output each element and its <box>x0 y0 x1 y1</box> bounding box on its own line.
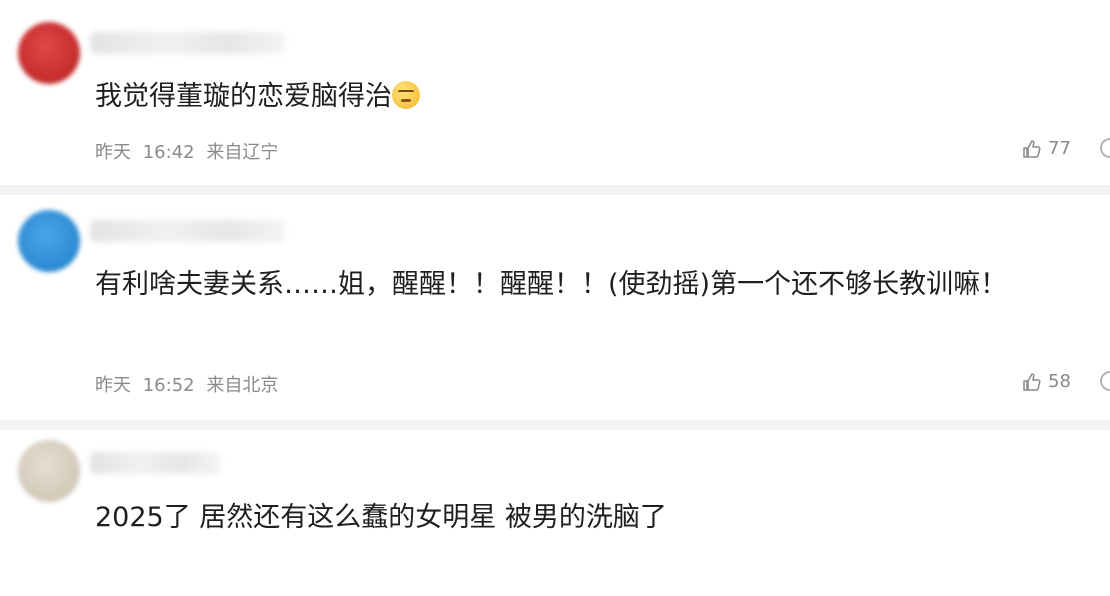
comment-item: 我觉得董璇的恋爱脑得治 昨天 16:42 来自辽宁 77 <box>0 0 1110 188</box>
like-count: 58 <box>1048 371 1071 392</box>
avatar[interactable] <box>18 210 80 272</box>
comment-meta: 昨天 16:52 来自北京 <box>95 371 278 397</box>
like-button[interactable]: 58 <box>1022 371 1071 392</box>
thumbs-up-icon <box>1023 139 1041 158</box>
like-count: 77 <box>1048 138 1071 159</box>
comment-time: 16:42 <box>142 142 195 163</box>
comment-item: 有利啥夫妻关系……姐，醒醒！！醒醒！！(使劲摇)第一个还不够长教训嘛！ 昨天 1… <box>0 195 1110 420</box>
reply-icon[interactable] <box>1100 138 1110 158</box>
username-blurred[interactable] <box>90 452 220 474</box>
avatar[interactable] <box>18 22 80 84</box>
comment-date: 昨天 <box>95 142 131 163</box>
divider <box>0 420 1110 430</box>
comment-item: 2025了 居然还有这么蠢的女明星 被男的洗脑了 <box>0 430 1110 596</box>
comment-text-body: 我觉得董璇的恋爱脑得治 <box>95 81 392 112</box>
avatar[interactable] <box>18 440 80 502</box>
divider <box>0 185 1110 195</box>
thumbs-up-icon <box>1023 372 1041 391</box>
comment-time: 16:52 <box>142 375 195 396</box>
like-button[interactable]: 77 <box>1022 138 1071 159</box>
username-blurred[interactable] <box>90 220 285 242</box>
comment-text: 我觉得董璇的恋爱脑得治 <box>95 75 1085 119</box>
comment-date: 昨天 <box>95 375 131 396</box>
comment-location: 来自辽宁 <box>206 142 279 163</box>
comment-text: 有利啥夫妻关系……姐，醒醒！！醒醒！！(使劲摇)第一个还不够长教训嘛！ <box>95 269 1008 300</box>
comment-location: 来自北京 <box>206 375 279 396</box>
username-blurred[interactable] <box>90 32 285 54</box>
comment-text: 2025了 居然还有这么蠢的女明星 被男的洗脑了 <box>95 502 667 533</box>
smirk-emoji-icon <box>392 81 420 109</box>
comment-meta: 昨天 16:42 来自辽宁 <box>95 138 278 164</box>
reply-icon[interactable] <box>1100 371 1110 391</box>
